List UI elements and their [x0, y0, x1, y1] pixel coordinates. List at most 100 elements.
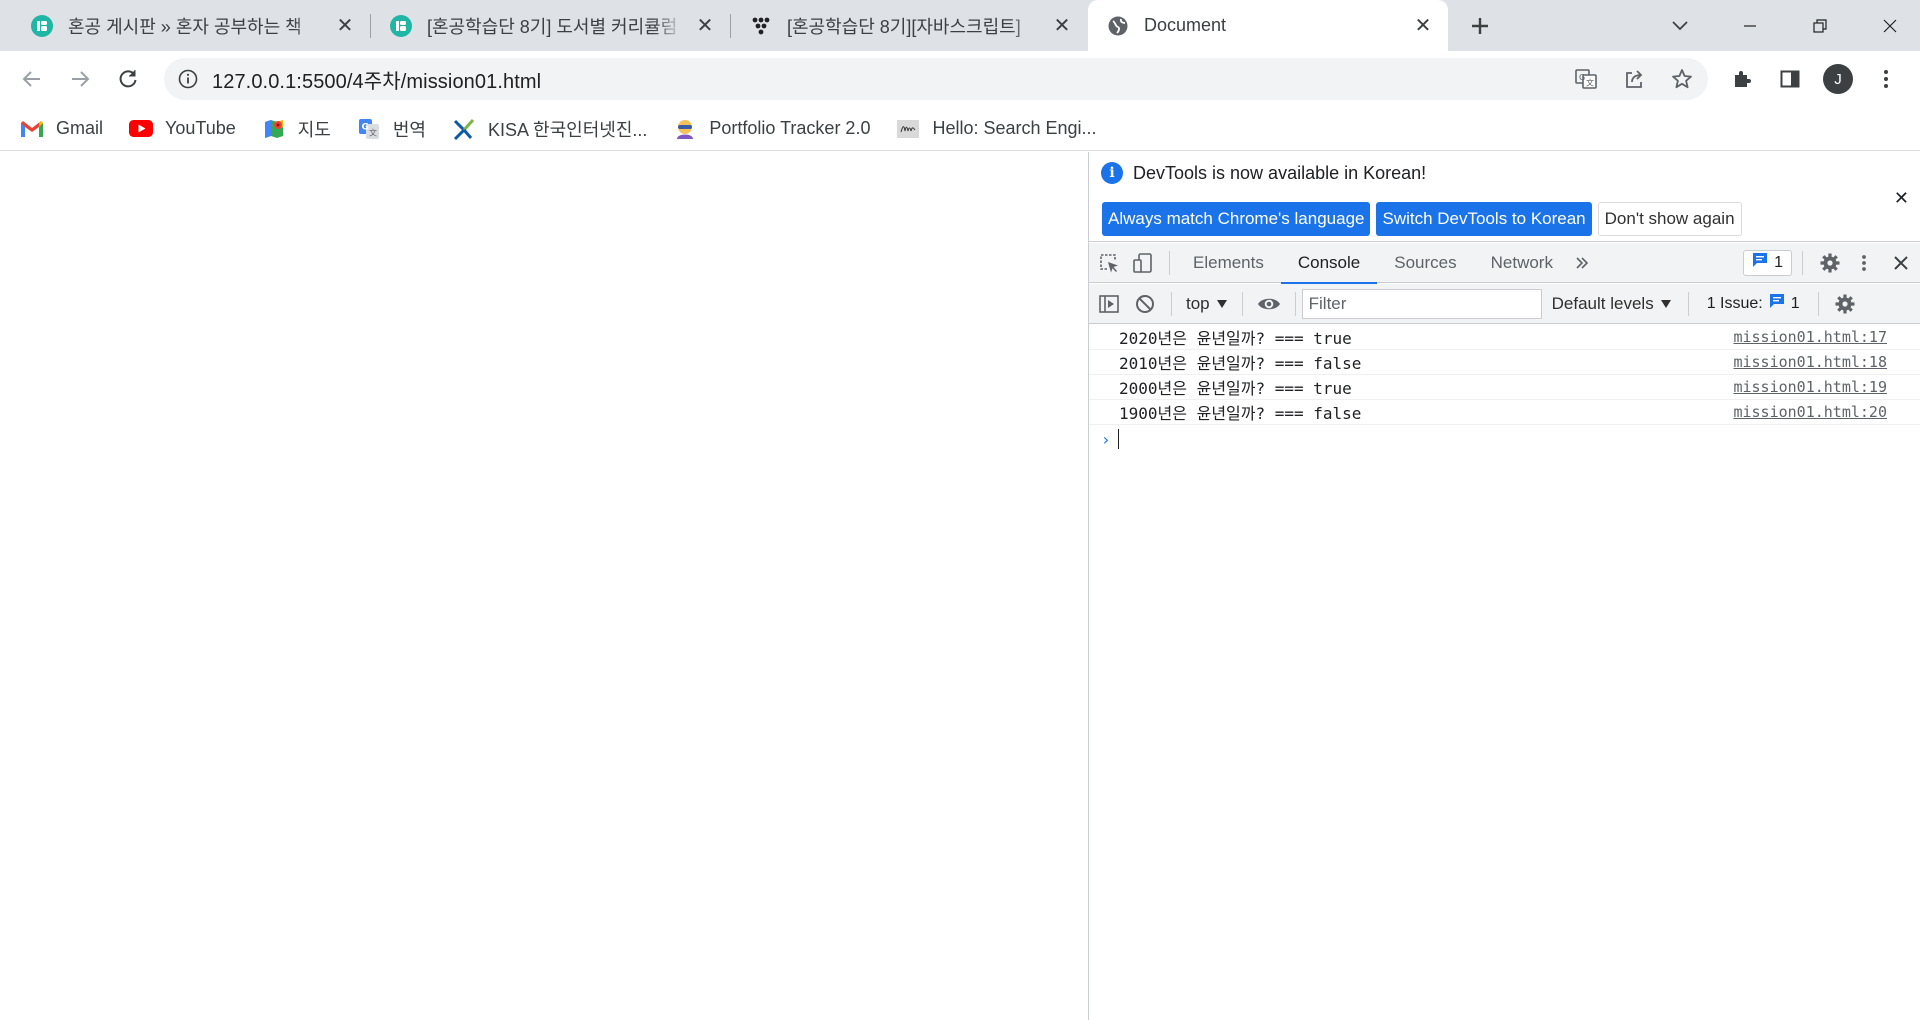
- tab-title: Document: [1144, 15, 1227, 35]
- svg-text:G: G: [1579, 73, 1585, 82]
- bookmark-label: Portfolio Tracker 2.0: [709, 118, 871, 138]
- bookmark-label: KISA 한국인터넷진...: [488, 119, 648, 140]
- close-icon[interactable]: ✕: [1051, 15, 1073, 37]
- issues-label: 1 Issue:: [1706, 294, 1763, 312]
- console-log-row: 2010년은 윤년일까? === false mission01.html:18: [1089, 350, 1920, 375]
- browser-tab[interactable]: [혼공학습단 8기][자바스크립트] ✕: [731, 0, 1087, 51]
- messages-count: 1: [1774, 253, 1783, 271]
- info-icon[interactable]: [178, 69, 198, 89]
- close-icon[interactable]: ✕: [694, 15, 716, 37]
- bookmark-label: Gmail: [56, 118, 104, 138]
- toolbar-divider: [1171, 291, 1172, 316]
- switch-to-korean-button[interactable]: Switch DevTools to Korean: [1376, 202, 1592, 236]
- infobar-text: DevTools is now available in Korean!: [1133, 162, 1427, 183]
- browser-tab[interactable]: [혼공학습단 8기] 도서별 커리큘럼 ✕: [371, 0, 730, 51]
- reload-button[interactable]: [108, 59, 148, 99]
- browser-tab[interactable]: 혼공 게시판 » 혼자 공부하는 책 ✕: [0, 0, 370, 51]
- messages-badge[interactable]: 1: [1743, 249, 1792, 276]
- tab-elements[interactable]: Elements: [1176, 243, 1281, 283]
- extensions-icon[interactable]: [1722, 59, 1762, 99]
- new-tab-button[interactable]: [1463, 9, 1497, 43]
- share-icon[interactable]: [1614, 59, 1654, 99]
- infobar-actions: Always match Chrome's language Switch De…: [1102, 202, 1742, 236]
- bookmark-hello[interactable]: Hello: Search Engi...: [896, 117, 1097, 141]
- devtools-menu-kebab-icon[interactable]: [1847, 243, 1881, 283]
- console-settings-gear-icon[interactable]: [1825, 284, 1865, 324]
- window-controls: [1645, 0, 1920, 51]
- dont-show-again-button[interactable]: Don't show again: [1597, 202, 1742, 236]
- toolbar-divider: [1169, 250, 1170, 275]
- url-text[interactable]: 127.0.0.1:5500/4주차/mission01.html: [212, 65, 541, 94]
- bookmarks-bar: Gmail YouTube 지도 G文 번역 KISA 한국인터넷진... Po…: [0, 107, 1920, 151]
- svg-text:文: 文: [1586, 78, 1594, 88]
- close-devtools-icon[interactable]: [1881, 243, 1920, 283]
- log-source-link[interactable]: mission01.html:20: [1733, 403, 1887, 421]
- log-message: 2010년은 윤년일까? === false: [1119, 354, 1362, 373]
- issues-counter[interactable]: 1 Issue: 1: [1699, 291, 1808, 317]
- device-toolbar-icon[interactable]: [1123, 243, 1163, 283]
- toolbar-divider: [1817, 291, 1819, 316]
- bookmark-portfolio[interactable]: Portfolio Tracker 2.0: [673, 117, 870, 141]
- more-tabs-chevron-icon[interactable]: [1570, 243, 1594, 283]
- close-icon[interactable]: ✕: [1412, 15, 1434, 37]
- filter-input[interactable]: [1301, 288, 1542, 319]
- infobar-message: i DevTools is now available in Korean!: [1101, 162, 1426, 184]
- tab-title: [혼공학습단 8기] 도서별 커리큘럼: [427, 16, 678, 37]
- minimize-button[interactable]: [1715, 4, 1785, 48]
- browser-tab-active[interactable]: Document ✕: [1088, 0, 1448, 51]
- bookmark-star-icon[interactable]: [1662, 59, 1702, 99]
- bookmark-kisa[interactable]: KISA 한국인터넷진...: [452, 116, 647, 142]
- side-panel-icon[interactable]: [1770, 59, 1810, 99]
- address-bar[interactable]: 127.0.0.1:5500/4주차/mission01.html G文: [164, 58, 1708, 100]
- devtools-tabbar: Elements Console Sources Network 1: [1089, 243, 1920, 284]
- log-levels-select[interactable]: Default levels: [1542, 294, 1682, 314]
- log-source-link[interactable]: mission01.html:17: [1733, 328, 1887, 346]
- clear-console-icon[interactable]: [1125, 284, 1165, 324]
- profile-avatar[interactable]: J: [1818, 59, 1858, 99]
- bookmark-maps[interactable]: 지도: [262, 116, 331, 142]
- log-source-link[interactable]: mission01.html:19: [1733, 378, 1887, 396]
- toolbar-divider: [1687, 291, 1689, 316]
- console-output[interactable]: 2020년은 윤년일까? === true mission01.html:17 …: [1089, 325, 1920, 1020]
- bookmark-translate[interactable]: G文 번역: [357, 116, 426, 142]
- dots-logo-icon: [749, 14, 773, 38]
- youtube-icon: [129, 117, 154, 141]
- maps-icon: [262, 117, 286, 141]
- page-viewport: [0, 152, 1088, 1020]
- back-button[interactable]: [12, 59, 52, 99]
- message-icon: [1769, 293, 1785, 314]
- live-expression-eye-icon[interactable]: [1249, 284, 1289, 324]
- forward-button[interactable]: [60, 59, 100, 99]
- console-prompt[interactable]: ›: [1089, 425, 1920, 453]
- tab-sources[interactable]: Sources: [1377, 243, 1473, 283]
- log-message: 2000년은 윤년일까? === true: [1119, 379, 1352, 398]
- bookmark-youtube[interactable]: YouTube: [129, 117, 236, 141]
- tab-network[interactable]: Network: [1474, 243, 1570, 283]
- show-sidebar-icon[interactable]: [1089, 284, 1129, 324]
- text-cursor: [1118, 429, 1119, 449]
- close-window-button[interactable]: [1855, 4, 1920, 48]
- console-log-row: 1900년은 윤년일까? === false mission01.html:20: [1089, 400, 1920, 425]
- tab-console[interactable]: Console: [1280, 243, 1378, 284]
- log-source-link[interactable]: mission01.html:18: [1733, 353, 1887, 371]
- settings-gear-icon[interactable]: [1813, 243, 1847, 283]
- dropdown-arrow-icon: [1660, 294, 1672, 314]
- tab-title: 혼공 게시판 » 혼자 공부하는 책: [68, 16, 302, 37]
- tab-search-button[interactable]: [1645, 4, 1715, 48]
- bookmark-gmail[interactable]: Gmail: [20, 117, 103, 141]
- console-log-row: 2020년은 윤년일까? === true mission01.html:17: [1089, 325, 1920, 350]
- menu-kebab-icon[interactable]: [1866, 59, 1906, 99]
- match-language-button[interactable]: Always match Chrome's language: [1102, 202, 1371, 236]
- context-value: top: [1186, 293, 1210, 313]
- console-log-row: 2000년은 윤년일까? === true mission01.html:19: [1089, 375, 1920, 400]
- dropdown-arrow-icon: [1216, 294, 1228, 314]
- close-icon[interactable]: ✕: [334, 15, 356, 37]
- issues-count: 1: [1790, 294, 1800, 312]
- restore-button[interactable]: [1785, 4, 1855, 48]
- translate-page-icon[interactable]: G文: [1566, 59, 1606, 99]
- close-icon[interactable]: ✕: [1894, 188, 1909, 209]
- svg-text:文: 文: [369, 127, 377, 137]
- context-select[interactable]: top: [1178, 284, 1236, 324]
- svg-text:G: G: [361, 122, 368, 132]
- console-toolbar: top Default levels 1 Issue: 1: [1089, 284, 1920, 324]
